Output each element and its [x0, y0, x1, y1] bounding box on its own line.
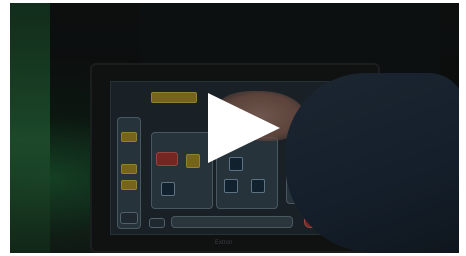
- play-button[interactable]: [204, 91, 282, 165]
- video-player[interactable]: Extron: [10, 3, 459, 253]
- play-icon: [208, 93, 280, 163]
